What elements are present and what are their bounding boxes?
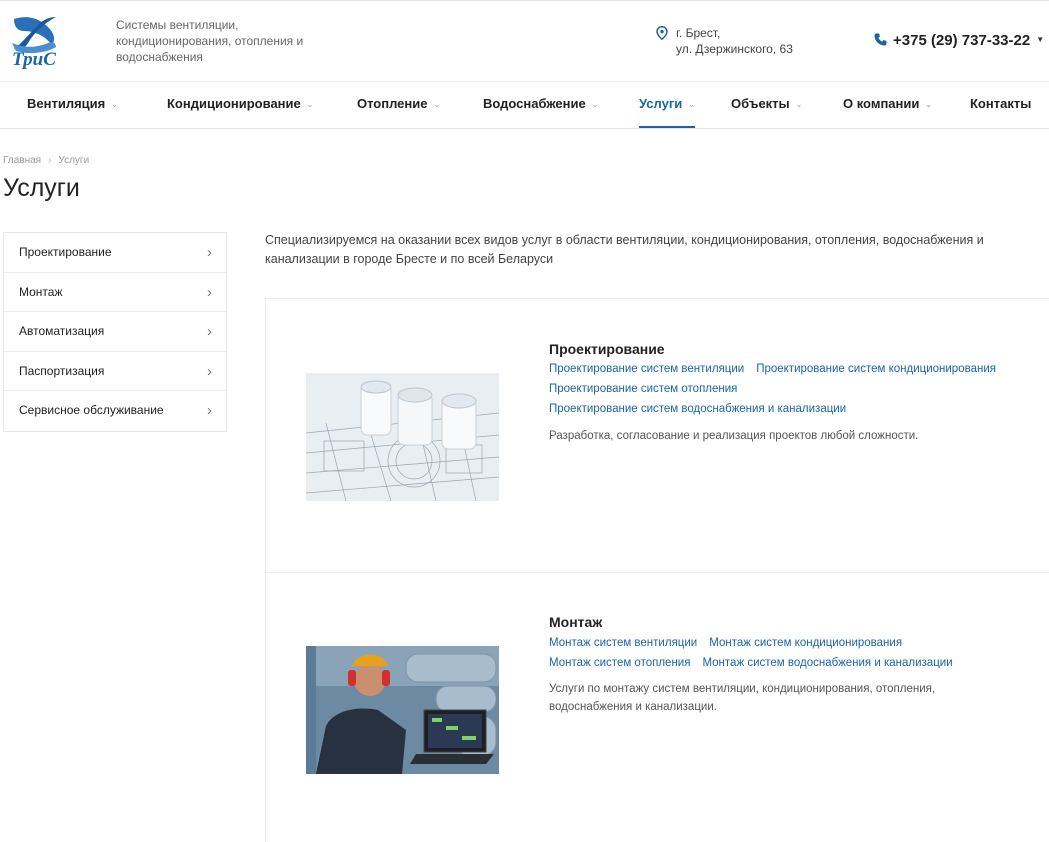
chevron-down-icon: ⌄ (795, 100, 803, 109)
nav-item-label[interactable]: Услуги (639, 96, 682, 111)
sidebar-item-label[interactable]: Проектирование (19, 245, 112, 259)
chevron-right-icon: › (48, 155, 52, 166)
service-card-design: Проектирование Проектирование систем вен… (265, 298, 1049, 572)
nav-item-label[interactable]: Контакты (970, 96, 1031, 111)
sidebar-menu: Проектирование › Монтаж › Автоматизация › П… (3, 232, 227, 432)
service-title[interactable]: Монтаж (549, 614, 602, 630)
chevron-right-icon: › (207, 402, 212, 419)
chevron-right-icon: › (207, 283, 212, 301)
nav-item-conditioning[interactable]: Кондиционирование ⌄ (167, 82, 313, 128)
blueprints-image[interactable] (306, 373, 499, 501)
phone-number[interactable]: +375 (29) 737-33-22 ▼ (874, 32, 1044, 49)
company-tagline: Системы вентиляции, кондиционирования, о… (116, 18, 304, 64)
chevron-down-icon: ⌄ (591, 100, 599, 109)
intro-text: Специализируемся на оказании всех видов … (265, 233, 984, 266)
chevron-right-icon: › (207, 362, 212, 380)
sidebar-item-label[interactable]: Сервисное обслуживание (19, 403, 164, 417)
chevron-down-icon: ⌄ (688, 100, 695, 109)
phone-icon (874, 33, 887, 46)
service-description: Услуги по монтажу систем вентиляции, кон… (549, 683, 936, 713)
service-link[interactable]: Проектирование систем отопления (549, 383, 737, 395)
chevron-down-icon: ⌄ (925, 100, 933, 109)
sidebar-item-installation[interactable]: Монтаж › (4, 273, 226, 312)
worker-image[interactable] (306, 646, 499, 774)
breadcrumb: Главная › Услуги (3, 155, 89, 166)
logo-text[interactable]: ТриС (12, 49, 56, 71)
service-link[interactable]: Монтаж систем отопления (549, 657, 690, 669)
service-link[interactable]: Проектирование систем вентиляции (549, 363, 744, 375)
location-pin-icon (656, 26, 668, 40)
main-nav: Вентиляция ⌄ Кондиционирование ⌄ Отопление… (0, 82, 1049, 129)
service-links: Монтаж систем вентиляции Монтаж систем ко… (549, 633, 1029, 673)
nav-item-label[interactable]: Водоснабжение (483, 96, 586, 111)
address-street: ул. Дзержинского, 63 (676, 42, 793, 56)
service-links: Проектирование систем вентиляции Проектир… (549, 359, 1029, 419)
nav-item-label[interactable]: Кондиционирование (167, 96, 301, 111)
service-link[interactable]: Проектирование систем кондиционирования (756, 363, 996, 375)
sidebar-item-design[interactable]: Проектирование › (4, 233, 226, 273)
sidebar-item-label[interactable]: Паспортизация (19, 364, 104, 378)
service-title[interactable]: Проектирование (549, 341, 665, 357)
breadcrumb-current: Услуги (58, 155, 90, 166)
page-title: Услуги (3, 174, 80, 202)
nav-item-water-supply[interactable]: Водоснабжение ⌄ (483, 82, 598, 128)
chevron-down-icon[interactable]: ▼ (1036, 35, 1044, 44)
sidebar-item-label[interactable]: Автоматизация (19, 324, 104, 338)
nav-item-about[interactable]: О компании ⌄ (843, 82, 932, 128)
sidebar-item-certification[interactable]: Паспортизация › (4, 352, 226, 391)
site-header: ТриС Системы вентиляции, кондиционирован… (0, 0, 1049, 82)
service-link[interactable]: Монтаж систем вентиляции (549, 637, 697, 649)
service-card-installation: Монтаж Монтаж систем вентиляции Монтаж си… (265, 572, 1049, 842)
service-link[interactable]: Монтаж систем кондиционирования (709, 637, 902, 649)
sidebar-item-label[interactable]: Монтаж (19, 285, 63, 299)
breadcrumb-home[interactable]: Главная (3, 155, 41, 166)
phone-text[interactable]: +375 (29) 737-33-22 (893, 32, 1030, 49)
nav-item-services[interactable]: Услуги ⌄ (639, 82, 695, 128)
address-block: г. Брест, ул. Дзержинского, 63 (656, 25, 793, 57)
address-city: г. Брест, (676, 26, 721, 40)
service-link[interactable]: Монтаж систем водоснабжения и канализаци… (702, 657, 952, 669)
chevron-right-icon: › (207, 244, 212, 261)
service-link[interactable]: Проектирование систем водоснабжения и ка… (549, 403, 846, 415)
service-description: Разработка, согласование и реализация пр… (549, 430, 919, 442)
nav-item-label[interactable]: Отопление (357, 96, 428, 111)
chevron-down-icon: ⌄ (433, 100, 441, 109)
nav-item-label[interactable]: Объекты (731, 96, 790, 111)
chevron-right-icon: › (207, 323, 212, 340)
chevron-down-icon: ⌄ (306, 100, 314, 109)
sidebar-item-service[interactable]: Сервисное обслуживание › (4, 391, 226, 431)
sidebar-item-automation[interactable]: Автоматизация › (4, 312, 226, 352)
chevron-down-icon: ⌄ (111, 100, 118, 109)
nav-item-objects[interactable]: Объекты ⌄ (731, 82, 802, 128)
nav-item-heating[interactable]: Отопление ⌄ (357, 82, 440, 128)
nav-item-contacts[interactable]: Контакты (970, 82, 1031, 128)
nav-item-label[interactable]: Вентиляция (27, 96, 105, 111)
nav-item-ventilation[interactable]: Вентиляция ⌄ (27, 82, 118, 128)
nav-item-label[interactable]: О компании (843, 96, 919, 111)
